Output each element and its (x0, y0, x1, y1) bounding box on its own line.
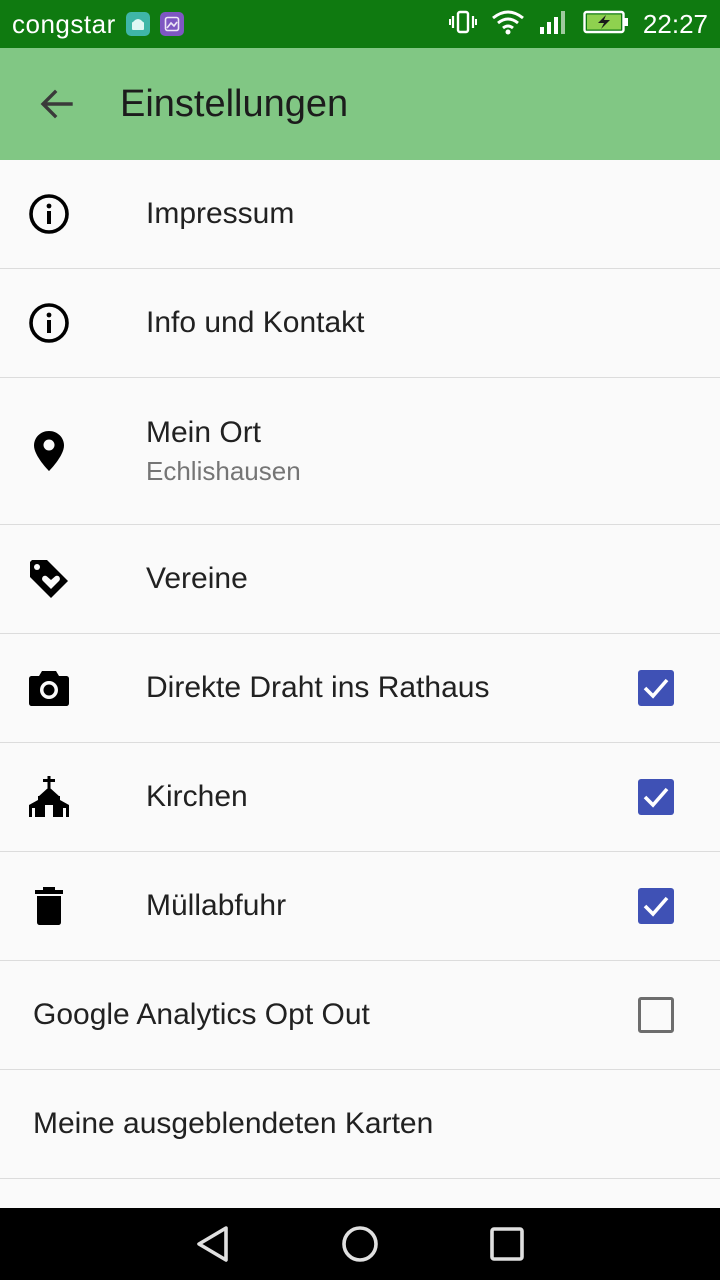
setting-title: Info und Kontakt (146, 306, 365, 339)
rathaus-checkbox[interactable] (638, 670, 674, 706)
muellabfuhr-checkbox[interactable] (638, 888, 674, 924)
back-button[interactable] (0, 48, 112, 160)
setting-subtitle: Echlishausen (146, 455, 301, 486)
setting-vereine[interactable]: Vereine (0, 525, 720, 634)
setting-title: Kirchen (146, 780, 248, 813)
nav-back-button[interactable] (189, 1220, 237, 1268)
setting-mein-ort[interactable]: Mein Ort Echlishausen (0, 378, 720, 525)
checkmark-icon (643, 678, 669, 699)
analytics-checkbox[interactable] (638, 997, 674, 1033)
tag-heart-icon (27, 557, 71, 601)
status-icons: 22:27 (448, 8, 708, 40)
setting-title: Impressum (146, 197, 295, 230)
setting-rathaus[interactable]: Direkte Draht ins Rathaus (0, 634, 720, 743)
carrier-name: congstar (12, 8, 116, 39)
setting-title: Mein Ort (146, 415, 262, 449)
page-title: Einstellungen (120, 82, 349, 125)
arrow-back-icon (40, 89, 73, 119)
vibrate-icon (448, 9, 477, 40)
setting-muellabfuhr[interactable]: Müllabfuhr (0, 852, 720, 961)
recents-square-icon (489, 1227, 524, 1261)
signal-icon (539, 9, 569, 40)
kirchen-checkbox[interactable] (638, 779, 674, 815)
setting-title: Meine ausgeblendeten Karten (33, 1107, 434, 1140)
clock: 22:27 (642, 8, 708, 39)
image-notification-icon (159, 12, 184, 36)
info-icon (27, 301, 71, 345)
setting-info-kontakt[interactable]: Info und Kontakt (0, 269, 720, 378)
battery-charging-icon (583, 10, 629, 39)
nav-recents-button[interactable] (483, 1220, 531, 1268)
wifi-icon (491, 9, 525, 40)
setting-title: Vereine (146, 562, 248, 595)
nav-home-button[interactable] (336, 1220, 384, 1268)
navigation-bar (0, 1208, 720, 1280)
setting-ausgeblendete-karten[interactable]: Meine ausgeblendeten Karten (0, 1070, 720, 1179)
church-icon (27, 775, 71, 819)
checkmark-icon (643, 896, 669, 917)
trash-icon (27, 884, 71, 928)
setting-title: Müllabfuhr (146, 889, 287, 922)
location-pin-icon (27, 429, 71, 473)
setting-title: Google Analytics Opt Out (33, 998, 370, 1031)
android-notification-icon (125, 12, 150, 36)
app-bar: Einstellungen (0, 48, 720, 160)
status-bar: congstar 22:27 (0, 0, 720, 48)
home-circle-icon (342, 1226, 378, 1262)
setting-kirchen[interactable]: Kirchen (0, 743, 720, 852)
checkmark-icon (643, 787, 669, 808)
camera-icon (27, 666, 71, 710)
back-triangle-icon (197, 1226, 229, 1262)
setting-title: Direkte Draht ins Rathaus (146, 671, 490, 704)
settings-list: Impressum Info und Kontakt Mein Ort Echl… (0, 160, 720, 1179)
setting-impressum[interactable]: Impressum (0, 160, 720, 269)
setting-analytics-opt-out[interactable]: Google Analytics Opt Out (0, 961, 720, 1070)
info-icon (27, 192, 71, 236)
